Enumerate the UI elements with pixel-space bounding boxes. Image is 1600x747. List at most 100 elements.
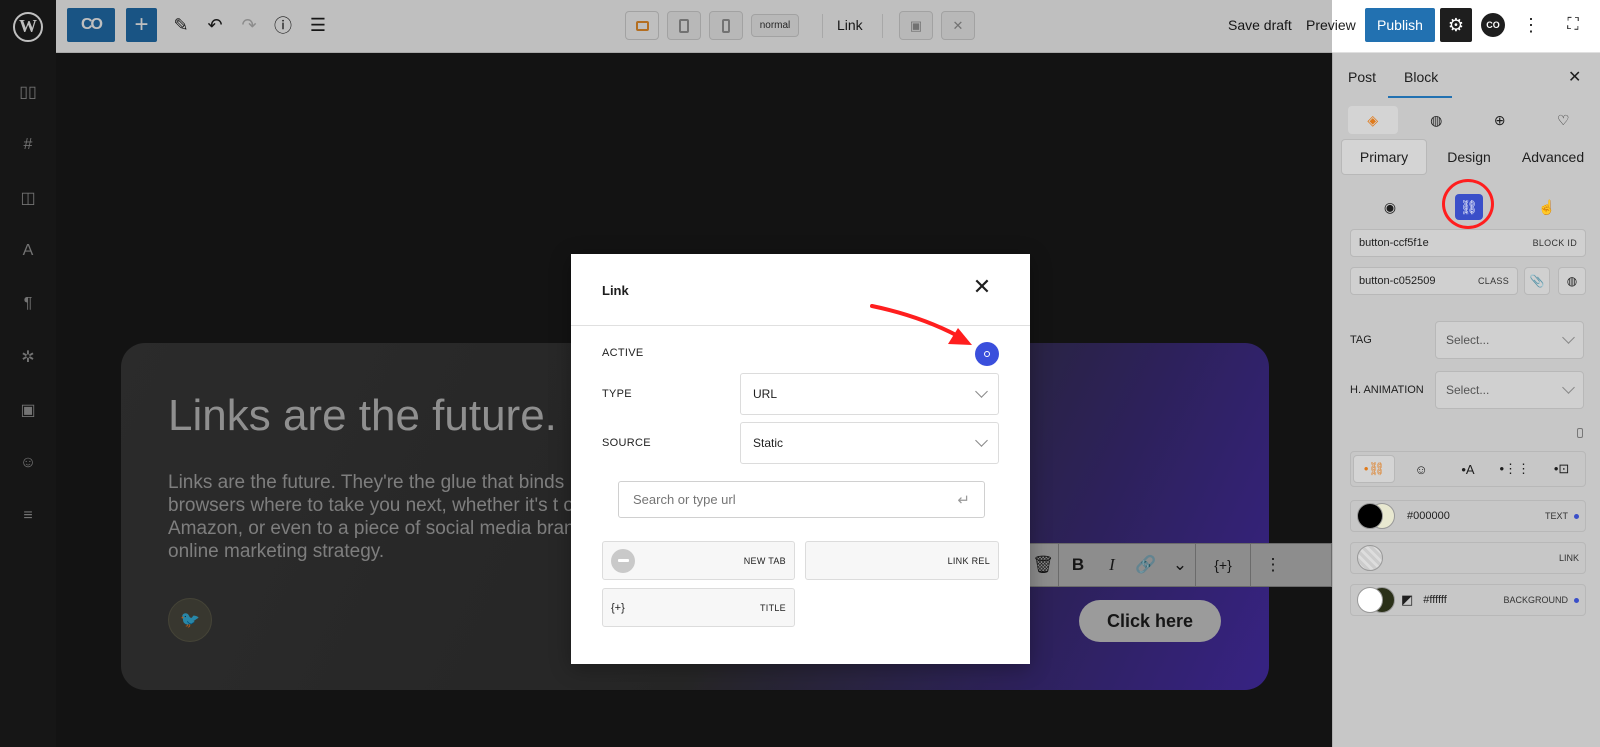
paperclip-icon[interactable]: 📎	[1524, 267, 1550, 295]
title-field[interactable]: {+} TITLE	[602, 588, 795, 627]
status-dot	[1574, 513, 1579, 519]
eye-icon[interactable]: ◉	[1376, 194, 1404, 220]
map-icon[interactable]: ⛶	[1560, 12, 1586, 38]
block-id-field[interactable]: button-ccf5f1e BLOCK ID	[1350, 229, 1586, 257]
reset-icon[interactable]	[1577, 428, 1583, 438]
layout-icon[interactable]: •⊡	[1541, 455, 1583, 483]
active-tab-indicator	[1388, 96, 1452, 98]
frame-icon[interactable]: #	[16, 133, 40, 157]
image-icon[interactable]: ▣	[16, 398, 40, 422]
hand-pointer-icon[interactable]: ☝	[1533, 194, 1561, 220]
mode-selector[interactable]: normal	[751, 14, 799, 37]
class-field[interactable]: button-c052509 CLASS	[1350, 267, 1518, 295]
link-style-icon[interactable]: •⛓	[1353, 455, 1396, 483]
style-tools: •⛓ ☺ •A •⋮⋮ •⊡	[1350, 451, 1586, 487]
bold-icon[interactable]: B	[1059, 543, 1097, 587]
tab-design[interactable]: Design	[1427, 139, 1511, 175]
enter-icon[interactable]: ↵	[957, 491, 970, 509]
active-toggle[interactable]	[975, 342, 999, 366]
toggle-knob	[984, 351, 990, 357]
gradient-icon[interactable]: ◩	[1401, 592, 1413, 608]
globe-icon[interactable]: ◍	[1558, 267, 1586, 295]
cube-icon[interactable]: ◈	[1347, 106, 1398, 134]
desktop-icon	[635, 20, 649, 31]
dashboard-icon[interactable]: ▯▯	[16, 80, 40, 104]
click-here-button[interactable]: Click here	[1079, 600, 1221, 642]
text-color-row[interactable]: #000000 TEXT	[1350, 500, 1586, 532]
emoji-icon[interactable]: ☺	[1400, 455, 1442, 483]
target-icon[interactable]: ⊕	[1475, 106, 1525, 134]
mobile-view-button[interactable]	[709, 11, 743, 40]
tag-select[interactable]: Select...	[1435, 321, 1584, 359]
chevron-down-icon	[975, 385, 988, 398]
block-id-label: BLOCK ID	[1532, 238, 1577, 248]
twitter-icon[interactable]: 🐦	[168, 598, 212, 642]
globe-icon[interactable]: ◍	[1411, 106, 1461, 134]
typography-icon[interactable]: A	[16, 239, 40, 263]
link-color-row[interactable]: LINK	[1350, 542, 1586, 574]
more-options-icon[interactable]: ⋮	[1251, 543, 1295, 587]
hero-title[interactable]: Links are the future.	[168, 391, 557, 441]
publish-button[interactable]: Publish	[1365, 8, 1435, 42]
close-icon[interactable]: ✕	[971, 276, 993, 298]
link-rel-field[interactable]: LINK REL	[805, 541, 999, 580]
redo-icon[interactable]: ↷	[234, 8, 264, 42]
background-color-row[interactable]: ◩ #ffffff BACKGROUND	[1350, 584, 1586, 616]
source-select[interactable]: Static	[740, 422, 999, 464]
paragraph-icon[interactable]: ¶	[16, 292, 40, 316]
settings-gear-icon[interactable]: ⚙	[1440, 8, 1472, 42]
avatar[interactable]: CO	[1481, 13, 1505, 37]
add-block-button[interactable]: +	[126, 8, 157, 42]
tab-advanced[interactable]: Advanced	[1511, 139, 1595, 175]
undo-icon[interactable]: ↶	[200, 8, 230, 42]
swatch	[1357, 587, 1383, 613]
annotation-circle	[1442, 179, 1494, 229]
trash-icon[interactable]: 🗑	[1028, 543, 1058, 587]
shuffle-icon[interactable]: ✕	[941, 11, 975, 40]
url-search-input[interactable]: Search or type url ↵	[618, 481, 985, 518]
chevron-down-icon	[975, 434, 988, 447]
type-select[interactable]: URL	[740, 373, 999, 415]
info-icon[interactable]: ⓘ	[268, 8, 298, 42]
minus-icon[interactable]	[611, 548, 635, 573]
desktop-view-button[interactable]	[625, 11, 659, 40]
link-rel-label: LINK REL	[947, 555, 990, 566]
dynamic-data-button[interactable]: {+}	[1196, 543, 1250, 587]
template-icon[interactable]: ▣	[899, 11, 933, 40]
pencil-icon[interactable]: ✎	[166, 8, 196, 42]
bg-color-swatches	[1357, 587, 1397, 613]
wordpress-logo[interactable]: W	[0, 0, 56, 53]
menu-icon[interactable]: ≡	[16, 504, 40, 528]
document-title[interactable]: Link	[837, 17, 863, 33]
tablet-icon	[679, 18, 689, 33]
hero-body[interactable]: Links are the future. They're the glue t…	[168, 471, 628, 563]
grid-icon[interactable]: •⋮⋮	[1494, 455, 1536, 483]
dynamic-data-icon[interactable]: {+}	[611, 602, 625, 614]
typography-icon[interactable]: •A	[1447, 455, 1489, 483]
chevron-down-icon[interactable]: ⌄	[1165, 543, 1195, 587]
new-tab-toggle[interactable]: NEW TAB	[602, 541, 795, 580]
divider	[882, 14, 883, 38]
empty-swatch	[1357, 545, 1383, 571]
tab-post[interactable]: Post	[1348, 69, 1376, 85]
more-options-icon[interactable]: ⋮	[1522, 12, 1540, 38]
heart-icon[interactable]: ♡	[1538, 106, 1588, 134]
animation-select[interactable]: Select...	[1435, 371, 1584, 409]
close-icon[interactable]: ✕	[1568, 67, 1581, 87]
tab-block[interactable]: Block	[1404, 69, 1438, 85]
wordpress-icon: W	[13, 11, 43, 42]
emoji-icon[interactable]: ☺	[16, 451, 40, 475]
save-draft-button[interactable]: Save draft	[1228, 17, 1292, 33]
list-view-icon[interactable]: ☰	[303, 8, 333, 42]
tablet-view-button[interactable]	[667, 11, 701, 40]
italic-icon[interactable]: I	[1097, 543, 1127, 587]
panel-icon-row: ◈ ◍ ⊕ ♡	[1341, 104, 1595, 136]
columns-icon[interactable]: ◫	[16, 186, 40, 210]
link-icon[interactable]: 🔗	[1127, 543, 1165, 587]
preview-button[interactable]: Preview	[1306, 17, 1356, 33]
interaction-icon[interactable]: ✲	[16, 345, 40, 369]
tab-primary[interactable]: Primary	[1341, 139, 1427, 175]
left-rail: ▯▯ # ◫ A ¶ ✲ ▣ ☺ ≡	[0, 53, 56, 747]
brand-button[interactable]: CO	[67, 8, 115, 42]
swatch	[1357, 503, 1383, 529]
